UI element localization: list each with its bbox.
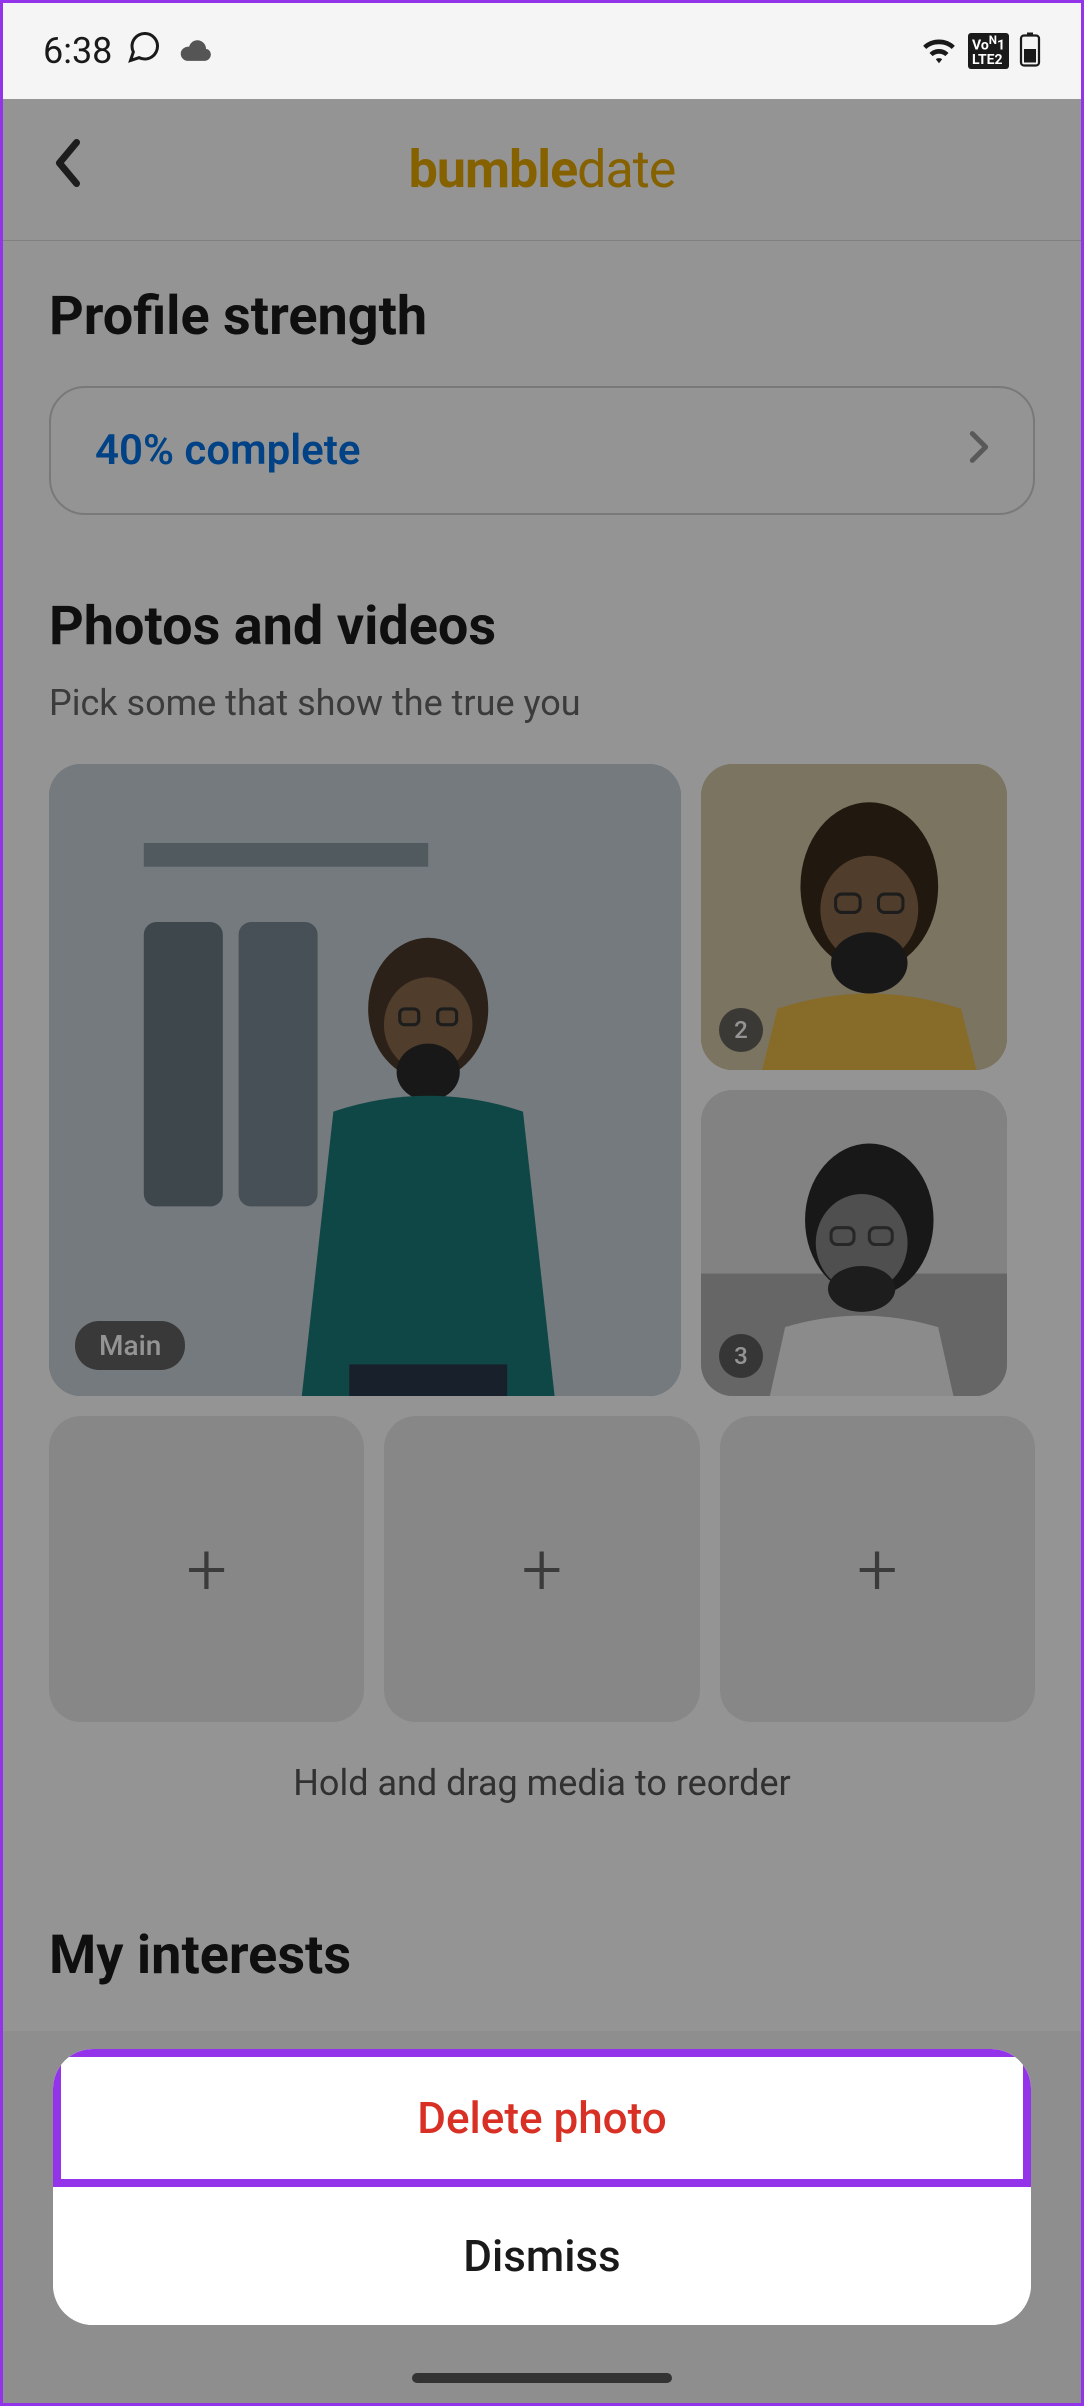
photo-content: [49, 764, 681, 1396]
status-right: VoN1LTE2: [920, 31, 1041, 71]
main-photo[interactable]: Main: [49, 764, 681, 1396]
dismiss-button[interactable]: Dismiss: [53, 2187, 1031, 2325]
add-photo-slot-4[interactable]: +: [49, 1416, 364, 1722]
action-sheet: Delete photo Dismiss: [53, 2049, 1031, 2325]
photo-badge-2: 2: [719, 1008, 763, 1052]
plus-icon: +: [857, 1527, 898, 1612]
photos-heading: Photos and videos: [49, 595, 1035, 658]
delete-photo-button[interactable]: Delete photo: [53, 2049, 1031, 2187]
home-indicator[interactable]: [412, 2373, 672, 2383]
plus-icon: +: [522, 1527, 563, 1612]
whatsapp-icon: [126, 29, 162, 74]
photo-badge-3: 3: [719, 1334, 763, 1378]
main-content: Profile strength 40% complete Photos and…: [3, 241, 1081, 2031]
photo-slot-3[interactable]: 3: [701, 1090, 1007, 1396]
chevron-right-icon: [969, 426, 989, 475]
main-photo-badge: Main: [75, 1321, 185, 1370]
drag-hint: Hold and drag media to reorder: [49, 1762, 1035, 1804]
photo-slot-2[interactable]: 2: [701, 764, 1007, 1070]
lte-badge: VoN1LTE2: [968, 33, 1009, 69]
profile-strength-card[interactable]: 40% complete: [49, 386, 1035, 515]
add-photo-slot-5[interactable]: +: [384, 1416, 699, 1722]
add-photo-slot-6[interactable]: +: [720, 1416, 1035, 1722]
back-button[interactable]: [53, 139, 83, 200]
status-left: 6:38: [43, 29, 214, 74]
photos-grid: Main 2: [49, 764, 1035, 1396]
wifi-icon: [920, 34, 958, 68]
interests-heading: My interests: [49, 1924, 1035, 1987]
profile-strength-heading: Profile strength: [49, 285, 1035, 348]
brand-name: bumble: [409, 139, 578, 200]
empty-slots-row: + + +: [49, 1416, 1035, 1722]
status-bar: 6:38 VoN1LTE2: [3, 3, 1081, 99]
battery-icon: [1019, 31, 1041, 71]
photos-subtitle: Pick some that show the true you: [49, 682, 1035, 724]
status-time: 6:38: [43, 30, 112, 72]
app-title: bumbledate: [53, 139, 1031, 200]
plus-icon: +: [186, 1527, 227, 1612]
cloud-icon: [176, 30, 214, 72]
progress-text: 40% complete: [95, 426, 360, 475]
brand-mode: date: [577, 139, 675, 200]
app-header: bumbledate: [3, 99, 1081, 241]
